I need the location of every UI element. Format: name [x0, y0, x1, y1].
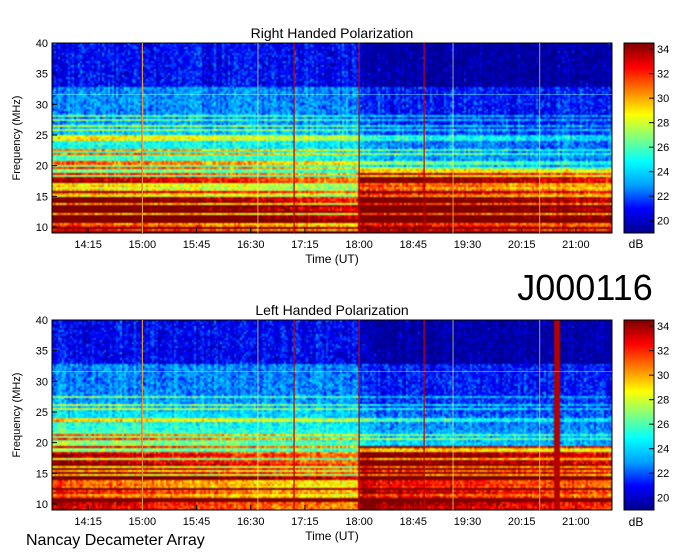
x-axis-label-right: Time (UT): [305, 252, 359, 266]
right-polarization-panel: Right Handed Polarization 14:15 15:00 15:4…: [11, 25, 669, 266]
colorbar-label-left: dB: [629, 515, 644, 529]
y-axis-label-right: Frequency (MHz): [11, 96, 23, 181]
colorbar-tick-label: 32: [657, 69, 669, 81]
x-tick-label: 19:30: [454, 239, 482, 251]
x-tick-label: 17:15: [291, 239, 319, 251]
y-tick-label: 20: [36, 438, 48, 450]
colorbar-tick-label: 26: [657, 419, 669, 431]
x-tick-label: 15:45: [183, 239, 211, 251]
x-tick-label: 18:45: [400, 239, 428, 251]
y-tick-label: 40: [36, 38, 48, 50]
x-tick-label: 18:00: [345, 239, 373, 251]
x-tick-label: 15:00: [129, 516, 157, 528]
x-tick-label: 21:00: [562, 239, 590, 251]
colorbar-tick-label: 30: [657, 370, 669, 382]
colorbar-tick-label: 28: [657, 395, 669, 407]
colorbar-tick-label: 34: [657, 321, 669, 333]
y-tick-label: 20: [36, 161, 48, 173]
y-tick-label: 35: [36, 69, 48, 81]
y-tick-label: 40: [36, 315, 48, 327]
colorbar-tick-label: 20: [657, 493, 669, 505]
colorbar-tick-label: 20: [657, 216, 669, 228]
panel-title-left: Left Handed Polarization: [255, 302, 408, 318]
x-tick-label: 18:00: [345, 516, 373, 528]
x-tick-label: 15:45: [183, 516, 211, 528]
x-tick-label: 16:30: [237, 239, 265, 251]
y-tick-label: 25: [36, 130, 48, 142]
colorbar-tick-label: 24: [657, 444, 669, 456]
spectrogram-right: [52, 43, 612, 233]
colorbar-tick-label: 22: [657, 468, 669, 480]
x-tick-label: 14:15: [74, 516, 102, 528]
colorbar-tick-label: 34: [657, 44, 669, 56]
y-axis-label-left: Frequency (MHz): [11, 373, 23, 458]
y-tick-label: 30: [36, 99, 48, 111]
observatory-name: Nancay Decameter Array: [26, 532, 205, 549]
y-tick-label: 15: [36, 468, 48, 480]
colorbar-tick-label: 24: [657, 167, 669, 179]
y-tick-label: 25: [36, 407, 48, 419]
y-tick-label: 35: [36, 346, 48, 358]
colorbar-gradient: [624, 43, 654, 233]
spectrogram-left: [52, 320, 612, 510]
x-tick-label: 14:15: [74, 239, 102, 251]
colorbar-gradient: [624, 320, 654, 510]
spectrogram-figure: Right Handed Polarization 14:15 15:00 15:4…: [11, 25, 669, 549]
observation-id: J000116: [517, 267, 652, 308]
x-tick-label: 20:15: [508, 239, 536, 251]
y-tick-label: 10: [36, 222, 48, 234]
y-tick-label: 15: [36, 191, 48, 203]
x-tick-label: 16:30: [237, 516, 265, 528]
colorbar-tick-label: 22: [657, 191, 669, 203]
panel-title-right: Right Handed Polarization: [251, 25, 414, 41]
x-tick-label: 15:00: [129, 239, 157, 251]
y-tick-label: 10: [36, 499, 48, 511]
colorbar-tick-label: 30: [657, 93, 669, 105]
colorbar-tick-label: 28: [657, 118, 669, 130]
x-tick-label: 21:00: [562, 516, 590, 528]
colorbar-tick-label: 32: [657, 346, 669, 358]
left-polarization-panel: Left Handed Polarization 14:15 15:00 15:45…: [11, 302, 669, 543]
x-tick-label: 20:15: [508, 516, 536, 528]
colorbar-label-right: dB: [629, 237, 644, 251]
y-tick-label: 30: [36, 376, 48, 388]
x-tick-label: 17:15: [291, 516, 319, 528]
colorbar-tick-label: 26: [657, 142, 669, 154]
x-axis-label-left: Time (UT): [305, 529, 359, 543]
x-tick-label: 19:30: [454, 516, 482, 528]
x-tick-label: 18:45: [400, 516, 428, 528]
